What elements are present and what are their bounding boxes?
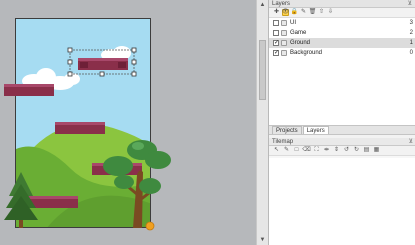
- delete-icon[interactable]: 🗑: [309, 9, 317, 16]
- layer-name: Ground: [290, 40, 311, 46]
- tab-layers[interactable]: Layers: [302, 126, 329, 134]
- move-up-icon[interactable]: ⇧: [318, 9, 325, 16]
- pin-icon[interactable]: ⊻: [408, 0, 412, 8]
- objects-overlay: [4, 47, 171, 231]
- layer-name: Game: [290, 30, 307, 36]
- layers-panel-title-text: Layers: [272, 1, 291, 7]
- save-icon[interactable]: ▦: [373, 147, 380, 154]
- visibility-checkbox[interactable]: [273, 20, 279, 26]
- layers-toolbar: ✚ 👁 🔒 ✎ 🗑 ⇧ ⇩: [269, 8, 415, 18]
- tilemap-panel: Tilemap ⊻ ↖ ✎ □ ⌫ ⛶ ⇹ ⇕ ↺ ↻ ▤ ▦: [269, 138, 415, 245]
- visibility-checkbox[interactable]: ✓: [273, 40, 279, 46]
- tilemap-toolbar: ↖ ✎ □ ⌫ ⛶ ⇹ ⇕ ↺ ↻ ▤ ▦: [269, 146, 415, 156]
- mirror-icon[interactable]: ⇹: [323, 147, 330, 154]
- lock-toggle-icon[interactable]: [281, 20, 287, 26]
- layers-list: UI 3 Game 2 ✓ Ground 1 ✓ Background 0: [269, 18, 415, 126]
- layer-row-game[interactable]: Game 2: [269, 28, 415, 38]
- tab-projects[interactable]: Projects: [272, 126, 302, 134]
- vertical-scrollbar[interactable]: ▲ ▼: [256, 0, 268, 245]
- layers-panel-title: Layers ⊻: [269, 0, 415, 8]
- layer-name: Background: [290, 50, 323, 56]
- layer-name: UI: [290, 20, 296, 26]
- fill-icon[interactable]: ⛶: [313, 147, 320, 154]
- edit-icon[interactable]: ✎: [300, 9, 307, 16]
- layer-count: 2: [409, 30, 413, 36]
- layer-count: 3: [409, 20, 413, 26]
- lock-toggle-icon[interactable]: [281, 30, 287, 36]
- layer-row-background[interactable]: ✓ Background 0: [269, 48, 415, 58]
- rotate-ccw-icon[interactable]: ↺: [343, 147, 350, 154]
- layer-row-ground[interactable]: ✓ Ground 1: [269, 38, 415, 48]
- lock-toggle-icon[interactable]: [281, 40, 287, 46]
- pencil-icon[interactable]: ✎: [283, 147, 290, 154]
- right-panel: Layers ⊻ ✚ 👁 🔒 ✎ 🗑 ⇧ ⇩ UI 3 Game 2 ✓ Gro…: [268, 0, 415, 245]
- rectangle-icon[interactable]: □: [293, 147, 300, 154]
- tilemap-body[interactable]: [269, 158, 415, 245]
- platform[interactable]: [28, 196, 78, 208]
- origin-marker: [145, 221, 155, 231]
- open-folder-icon[interactable]: ▤: [363, 147, 370, 154]
- layout-view[interactable]: [0, 0, 256, 245]
- scroll-up-icon[interactable]: ▲: [257, 0, 268, 10]
- visibility-checkbox[interactable]: [273, 30, 279, 36]
- scroll-thumb[interactable]: [259, 40, 266, 100]
- flip-icon[interactable]: ⇕: [333, 147, 340, 154]
- rotate-cw-icon[interactable]: ↻: [353, 147, 360, 154]
- lock-icon[interactable]: 🔒: [291, 9, 298, 16]
- panel-tabs: Projects Layers: [269, 125, 415, 135]
- layer-row-ui[interactable]: UI 3: [269, 18, 415, 28]
- layer-count: 1: [409, 40, 413, 46]
- move-down-icon[interactable]: ⇩: [327, 9, 334, 16]
- oak-tree[interactable]: [103, 140, 171, 228]
- lock-toggle-icon[interactable]: [281, 50, 287, 56]
- add-layer-icon[interactable]: ✚: [273, 9, 280, 16]
- visibility-icon[interactable]: 👁: [282, 9, 289, 16]
- layer-count: 0: [409, 50, 413, 56]
- scroll-down-icon[interactable]: ▼: [257, 235, 268, 245]
- platform[interactable]: [4, 84, 54, 96]
- pin-icon[interactable]: ⊻: [409, 138, 413, 146]
- platform-selected[interactable]: [78, 58, 128, 70]
- platform[interactable]: [55, 122, 105, 134]
- eraser-icon[interactable]: ⌫: [302, 147, 310, 154]
- visibility-checkbox[interactable]: ✓: [273, 50, 279, 56]
- tilemap-panel-title-text: Tilemap: [272, 139, 294, 145]
- tilemap-panel-title: Tilemap ⊻: [269, 138, 415, 146]
- pointer-icon[interactable]: ↖: [273, 147, 280, 154]
